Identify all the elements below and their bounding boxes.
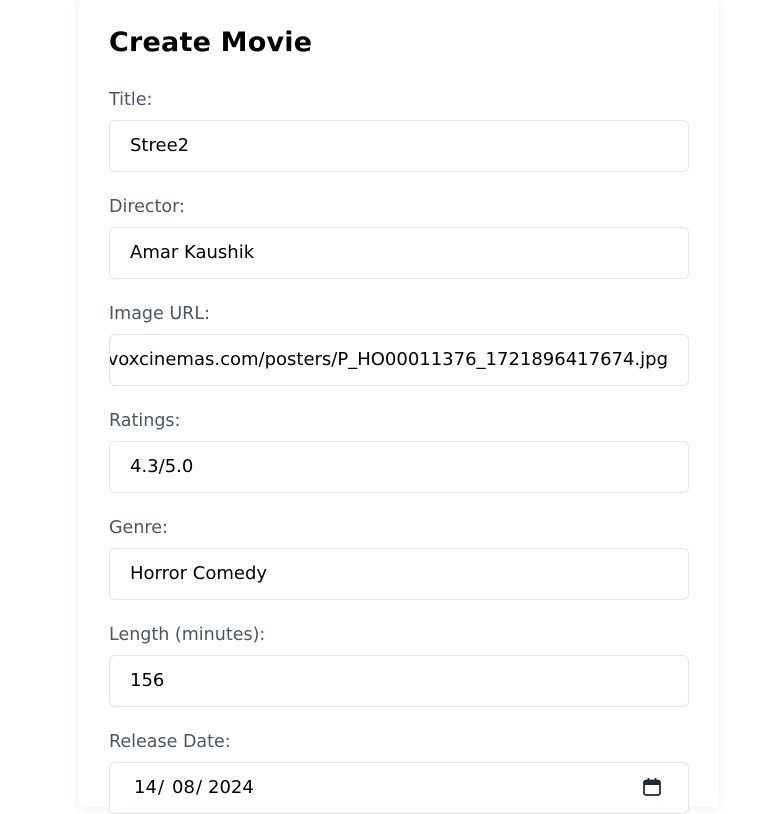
length-label: Length (minutes): bbox=[109, 625, 266, 645]
release-date-day[interactable]: 14 bbox=[134, 763, 157, 813]
release-date-month[interactable]: 08 bbox=[172, 763, 195, 813]
create-movie-card: Create Movie Title: Stree2 Director: Ama… bbox=[79, 0, 719, 814]
image-url-input[interactable]: voxcinemas.com/posters/P_HO00011376_1721… bbox=[109, 334, 689, 386]
ratings-input-value: 4.3/5.0 bbox=[130, 456, 194, 477]
title-input-value: Stree2 bbox=[130, 135, 190, 156]
length-input[interactable]: 156 bbox=[109, 655, 689, 707]
genre-input-value: Horror Comedy bbox=[130, 563, 268, 584]
genre-label: Genre: bbox=[109, 518, 168, 538]
release-date-separator: / bbox=[158, 777, 165, 798]
title-input[interactable]: Stree2 bbox=[109, 120, 689, 172]
release-date-year[interactable]: 2024 bbox=[208, 763, 254, 813]
director-input-value: Amar Kaushik bbox=[130, 242, 255, 263]
calendar-icon[interactable] bbox=[642, 777, 662, 797]
page-title: Create Movie bbox=[109, 27, 313, 58]
image-url-label: Image URL: bbox=[109, 304, 210, 324]
length-input-value: 156 bbox=[130, 670, 165, 691]
director-input[interactable]: Amar Kaushik bbox=[109, 227, 689, 279]
ratings-label: Ratings: bbox=[109, 411, 181, 431]
ratings-input[interactable]: 4.3/5.0 bbox=[109, 441, 689, 493]
title-label: Title: bbox=[109, 90, 153, 110]
release-date-input[interactable]: 14 / 08 / 2024 bbox=[109, 762, 689, 814]
image-url-input-value: voxcinemas.com/posters/P_HO00011376_1721… bbox=[109, 349, 668, 370]
genre-input[interactable]: Horror Comedy bbox=[109, 548, 689, 600]
release-date-separator: / bbox=[196, 777, 203, 798]
director-label: Director: bbox=[109, 197, 185, 217]
release-date-label: Release Date: bbox=[109, 732, 231, 752]
